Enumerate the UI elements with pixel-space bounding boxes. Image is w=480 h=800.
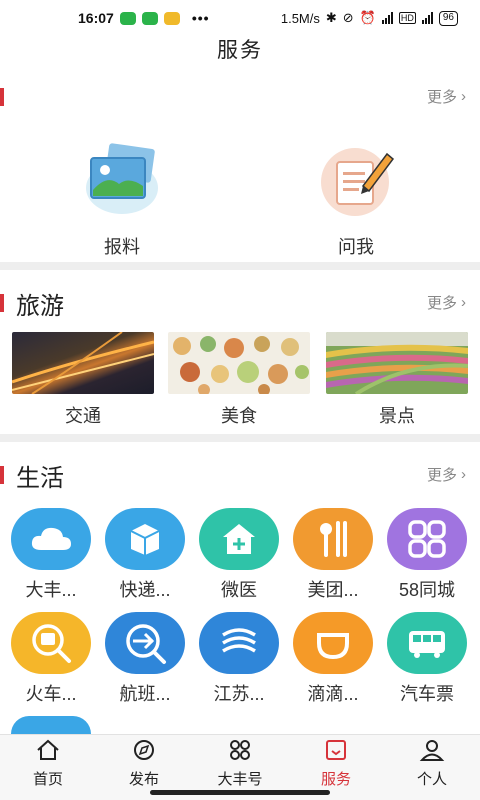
more-label: 更多	[426, 295, 457, 312]
travel-item-food[interactable]: 美食	[168, 332, 310, 428]
wechat-icon	[119, 11, 136, 25]
services-more-link[interactable]: 更多 ›	[427, 86, 466, 107]
bus-icon	[387, 612, 467, 674]
cloud-icon	[11, 508, 91, 570]
more-label: 更多	[426, 89, 457, 106]
chevron-right-icon: ›	[461, 466, 466, 483]
section-marker	[0, 88, 4, 106]
bluetooth-icon: ✱	[325, 10, 337, 25]
life-label: 快递...	[119, 580, 171, 600]
wechat-icon	[141, 11, 158, 25]
tab-label: 服务	[320, 771, 351, 788]
person-icon	[419, 740, 445, 761]
life-item-58[interactable]: 58同城	[382, 508, 472, 602]
life-item-flight[interactable]: 航班...	[100, 612, 190, 706]
tab-label: 发布	[128, 771, 159, 788]
life-item-weiyi[interactable]: 微医	[194, 508, 284, 602]
life-item-express[interactable]: 快递...	[100, 508, 190, 602]
travel-title: 旅游	[16, 293, 64, 320]
life-item-meituan[interactable]: 美团...	[288, 508, 378, 602]
signal-5g-icon	[421, 12, 433, 24]
clinic-icon	[199, 508, 279, 570]
tab-label: 个人	[416, 771, 447, 788]
section-marker	[0, 466, 4, 484]
hd-icon: HD	[398, 12, 416, 24]
tab-profile[interactable]: 个人	[384, 735, 480, 800]
status-time: 16:07	[78, 10, 114, 26]
home-indicator[interactable]	[150, 790, 330, 795]
service-item-ask[interactable]: 问我	[286, 140, 426, 259]
life-label: 火车...	[25, 684, 77, 704]
status-bar: 16:07 ••• 1.5M/s ✱ ⊘ ⏰ HD 96	[0, 0, 480, 36]
home-icon	[37, 739, 59, 760]
life-title: 生活	[16, 465, 64, 492]
life-item-dafeng[interactable]: 大丰...	[6, 508, 96, 602]
alarm-icon: ⏰	[359, 10, 376, 25]
grid-icon	[387, 508, 467, 570]
section-divider	[0, 434, 480, 442]
transport-image	[12, 332, 154, 394]
tab-label: 大丰号	[217, 771, 263, 788]
service-icon	[326, 740, 346, 760]
signal-icon	[381, 12, 393, 24]
life-label: 微医	[221, 580, 257, 600]
life-label: 航班...	[119, 684, 171, 704]
life-item-jiangsu[interactable]: 江苏...	[194, 612, 284, 706]
life-label: 大丰...	[25, 580, 77, 600]
grid-icon	[230, 740, 250, 760]
food-image	[168, 332, 310, 394]
battery-level: 96	[442, 12, 454, 23]
flight-search-icon	[105, 612, 185, 674]
page-title: 服务	[217, 39, 263, 62]
travel-item-scenic[interactable]: 景点	[326, 332, 468, 428]
utensils-icon	[293, 508, 373, 570]
travel-label: 景点	[379, 406, 415, 426]
battery-icon: 96	[438, 10, 458, 26]
life-item-partial[interactable]	[11, 716, 91, 734]
section-marker	[0, 294, 4, 312]
travel-item-transport[interactable]: 交通	[12, 332, 154, 428]
life-item-didi[interactable]: 滴滴...	[288, 612, 378, 706]
life-label: 汽车票	[400, 684, 454, 704]
tab-home[interactable]: 首页	[0, 735, 96, 800]
services-section: 更多 › 报料 问我	[0, 78, 480, 262]
scenic-image	[326, 332, 468, 394]
life-item-train[interactable]: 火车...	[6, 612, 96, 706]
travel-label: 交通	[65, 406, 101, 426]
didi-icon	[293, 612, 373, 674]
life-label: 江苏...	[213, 684, 265, 704]
chevron-right-icon: ›	[461, 294, 466, 311]
life-item-bus[interactable]: 汽车票	[382, 612, 472, 706]
mobile-logo-icon	[199, 612, 279, 674]
life-label: 滴滴...	[307, 684, 359, 704]
service-label: 报料	[104, 237, 140, 257]
train-search-icon	[11, 612, 91, 674]
photo-icon	[86, 143, 158, 214]
tab-label: 首页	[32, 771, 63, 788]
travel-more-link[interactable]: 更多 ›	[427, 292, 466, 313]
service-item-report[interactable]: 报料	[52, 140, 192, 259]
note-pencil-icon	[321, 148, 395, 216]
more-notifications-icon: •••	[191, 10, 210, 26]
life-label: 美团...	[307, 580, 359, 600]
compass-icon	[134, 740, 154, 760]
life-more-link[interactable]: 更多 ›	[427, 464, 466, 485]
travel-label: 美食	[221, 406, 257, 426]
section-divider	[0, 262, 480, 270]
folder-icon	[163, 11, 180, 25]
network-speed: 1.5M/s	[280, 10, 320, 26]
life-label: 58同城	[398, 580, 456, 600]
package-icon	[105, 508, 185, 570]
mute-icon: ⊘	[342, 10, 354, 25]
service-label: 问我	[338, 237, 374, 257]
chevron-right-icon: ›	[461, 88, 466, 105]
more-label: 更多	[426, 467, 457, 484]
